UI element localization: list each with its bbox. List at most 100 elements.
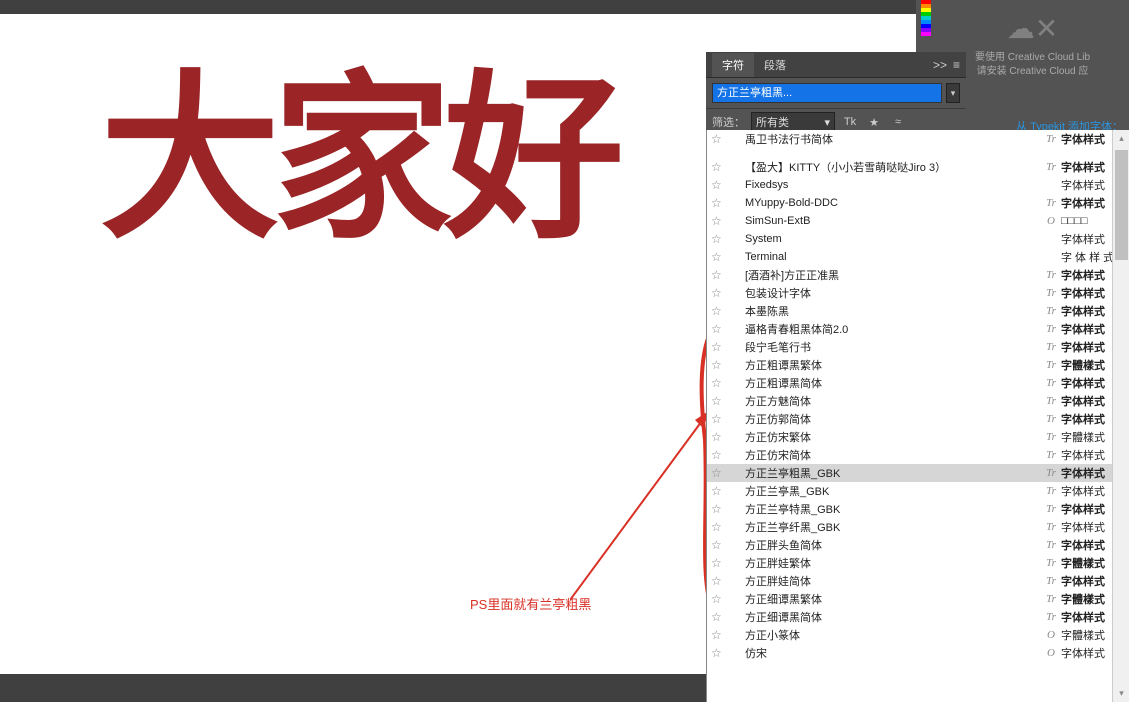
- font-row[interactable]: ☆方正兰亭特黑_GBKTr字体样式: [707, 500, 1129, 518]
- font-list[interactable]: ☆禹卫书法行书简体Tr字体样式☆【盈大】KITTY（小小若雪萌哒哒Jiro 3）…: [706, 130, 1129, 702]
- font-row[interactable]: ☆本墨陈黑Tr字体样式: [707, 302, 1129, 320]
- scroll-up-icon[interactable]: ▴: [1113, 130, 1129, 147]
- font-name: 本墨陈黑: [741, 303, 1041, 319]
- scroll-down-icon[interactable]: ▾: [1113, 685, 1129, 702]
- favorite-star-icon[interactable]: ☆: [711, 412, 727, 426]
- font-row[interactable]: ☆方正仿宋繁体Tr字體樣式: [707, 428, 1129, 446]
- font-name: 方正兰亭特黑_GBK: [741, 501, 1041, 517]
- favorite-star-icon[interactable]: ☆: [711, 556, 727, 570]
- favorite-star-icon[interactable]: ☆: [711, 196, 727, 210]
- font-dropdown-icon[interactable]: ▾: [946, 83, 960, 103]
- font-row[interactable]: ☆方正细谭黑繁体Tr字體樣式: [707, 590, 1129, 608]
- favorite-star-icon[interactable]: ☆: [711, 592, 727, 606]
- font-row[interactable]: ☆Fixedsys字体样式: [707, 176, 1129, 194]
- font-row[interactable]: ☆段宁毛笔行书Tr字体样式: [707, 338, 1129, 356]
- favorite-star-icon[interactable]: ☆: [711, 376, 727, 390]
- canvas-text[interactable]: 大家好: [100, 70, 616, 250]
- favorite-star-icon[interactable]: ☆: [711, 268, 727, 282]
- favorite-star-icon[interactable]: ☆: [711, 286, 727, 300]
- favorite-star-icon[interactable]: ☆: [711, 132, 727, 146]
- favorite-star-icon[interactable]: ☆: [711, 160, 727, 174]
- favorite-star-icon[interactable]: ☆: [711, 250, 727, 264]
- scrollbar-thumb[interactable]: [1115, 150, 1128, 260]
- similar-filter-icon[interactable]: ≈: [889, 113, 907, 131]
- favorite-star-icon[interactable]: ☆: [711, 358, 727, 372]
- font-type-icon: Tr: [1041, 269, 1061, 281]
- color-swatches[interactable]: [919, 0, 933, 50]
- favorite-star-icon[interactable]: ☆: [711, 466, 727, 480]
- font-row[interactable]: ☆方正仿郭简体Tr字体样式: [707, 410, 1129, 428]
- font-name: 方正胖头鱼简体: [741, 537, 1041, 553]
- collapse-icon[interactable]: >>: [933, 58, 947, 72]
- chevron-down-icon: ▾: [824, 116, 830, 129]
- favorite-star-icon[interactable]: ☆: [711, 574, 727, 588]
- panel-header: 字符 段落 >> ≡: [706, 52, 966, 78]
- font-name: 包装设计字体: [741, 285, 1041, 301]
- favorite-star-icon[interactable]: ☆: [711, 484, 727, 498]
- favorite-star-icon[interactable]: ☆: [711, 430, 727, 444]
- font-row[interactable]: ☆方正仿宋简体Tr字体样式: [707, 446, 1129, 464]
- favorite-star-icon[interactable]: ☆: [711, 304, 727, 318]
- font-name: 方正兰亭纤黑_GBK: [741, 519, 1041, 535]
- favorite-star-icon[interactable]: ☆: [711, 232, 727, 246]
- top-bar: [0, 0, 916, 14]
- font-type-icon: Tr: [1041, 449, 1061, 461]
- font-type-icon: Tr: [1041, 593, 1061, 605]
- font-row[interactable]: ☆方正胖娃繁体Tr字體樣式: [707, 554, 1129, 572]
- font-row[interactable]: ☆方正细谭黑简体Tr字体样式: [707, 608, 1129, 626]
- font-name: Terminal: [741, 251, 1041, 263]
- favorite-filter-icon[interactable]: ★: [865, 113, 883, 131]
- font-type-icon: Tr: [1041, 539, 1061, 551]
- font-row[interactable]: ☆Terminal字 体 样 式: [707, 248, 1129, 266]
- tab-character[interactable]: 字符: [712, 53, 754, 77]
- panel-menu-icon[interactable]: ≡: [953, 58, 960, 72]
- font-row[interactable]: ☆包装设计字体Tr字体样式: [707, 284, 1129, 302]
- font-type-icon: Tr: [1041, 395, 1061, 407]
- font-row[interactable]: ☆方正粗谭黑简体Tr字体样式: [707, 374, 1129, 392]
- font-row[interactable]: ☆SimSun-ExtBO□□□□: [707, 212, 1129, 230]
- font-name: 逼格青春粗黑体简2.0: [741, 321, 1041, 337]
- favorite-star-icon[interactable]: ☆: [711, 322, 727, 336]
- scrollbar[interactable]: ▴ ▾: [1112, 130, 1129, 702]
- favorite-star-icon[interactable]: ☆: [711, 646, 727, 660]
- favorite-star-icon[interactable]: ☆: [711, 394, 727, 408]
- font-row[interactable]: ☆方正胖娃简体Tr字体样式: [707, 572, 1129, 590]
- favorite-star-icon[interactable]: ☆: [711, 214, 727, 228]
- font-row[interactable]: ☆System字体样式: [707, 230, 1129, 248]
- favorite-star-icon[interactable]: ☆: [711, 340, 727, 354]
- font-name: MYuppy-Bold-DDC: [741, 197, 1041, 209]
- font-name: 方正兰亭黑_GBK: [741, 483, 1041, 499]
- font-row[interactable]: ☆禹卫书法行书简体Tr字体样式: [707, 130, 1129, 148]
- font-type-icon: Tr: [1041, 287, 1061, 299]
- font-name: 禹卫书法行书简体: [741, 131, 1041, 147]
- font-row[interactable]: ☆方正胖头鱼简体Tr字体样式: [707, 536, 1129, 554]
- font-row[interactable]: ☆方正粗谭黑繁体Tr字體樣式: [707, 356, 1129, 374]
- favorite-star-icon[interactable]: ☆: [711, 502, 727, 516]
- font-row[interactable]: ☆方正兰亭黑_GBKTr字体样式: [707, 482, 1129, 500]
- cloud-icon: ☁✕: [936, 12, 1129, 45]
- font-type-icon: Tr: [1041, 359, 1061, 371]
- font-type-icon: Tr: [1041, 521, 1061, 533]
- font-name: 方正胖娃简体: [741, 573, 1041, 589]
- font-row[interactable]: ☆方正兰亭纤黑_GBKTr字体样式: [707, 518, 1129, 536]
- favorite-star-icon[interactable]: ☆: [711, 178, 727, 192]
- font-row[interactable]: ☆方正方魅简体Tr字体样式: [707, 392, 1129, 410]
- font-name: System: [741, 233, 1041, 245]
- favorite-star-icon[interactable]: ☆: [711, 520, 727, 534]
- favorite-star-icon[interactable]: ☆: [711, 538, 727, 552]
- font-row[interactable]: ☆[酒酒补]方正正准黑Tr字体样式: [707, 266, 1129, 284]
- font-row[interactable]: ☆MYuppy-Bold-DDCTr字体样式: [707, 194, 1129, 212]
- font-row[interactable]: ☆【盈大】KITTY（小小若雪萌哒哒Jiro 3）Tr字体样式: [707, 158, 1129, 176]
- favorite-star-icon[interactable]: ☆: [711, 628, 727, 642]
- font-row[interactable]: ☆方正小篆体O字體樣式: [707, 626, 1129, 644]
- favorite-star-icon[interactable]: ☆: [711, 610, 727, 624]
- favorite-star-icon[interactable]: ☆: [711, 448, 727, 462]
- font-name: Fixedsys: [741, 179, 1041, 191]
- font-row[interactable]: ☆仿宋O字体样式: [707, 644, 1129, 662]
- font-row[interactable]: ☆逼格青春粗黑体简2.0Tr字体样式: [707, 320, 1129, 338]
- filter-dropdown[interactable]: 所有类▾: [751, 112, 835, 132]
- font-name-input[interactable]: 方正兰亭粗黑...: [712, 83, 942, 103]
- typekit-filter-icon[interactable]: Tk: [841, 113, 859, 131]
- tab-paragraph[interactable]: 段落: [754, 53, 796, 77]
- font-row[interactable]: ☆方正兰亭粗黑_GBKTr字体样式: [707, 464, 1129, 482]
